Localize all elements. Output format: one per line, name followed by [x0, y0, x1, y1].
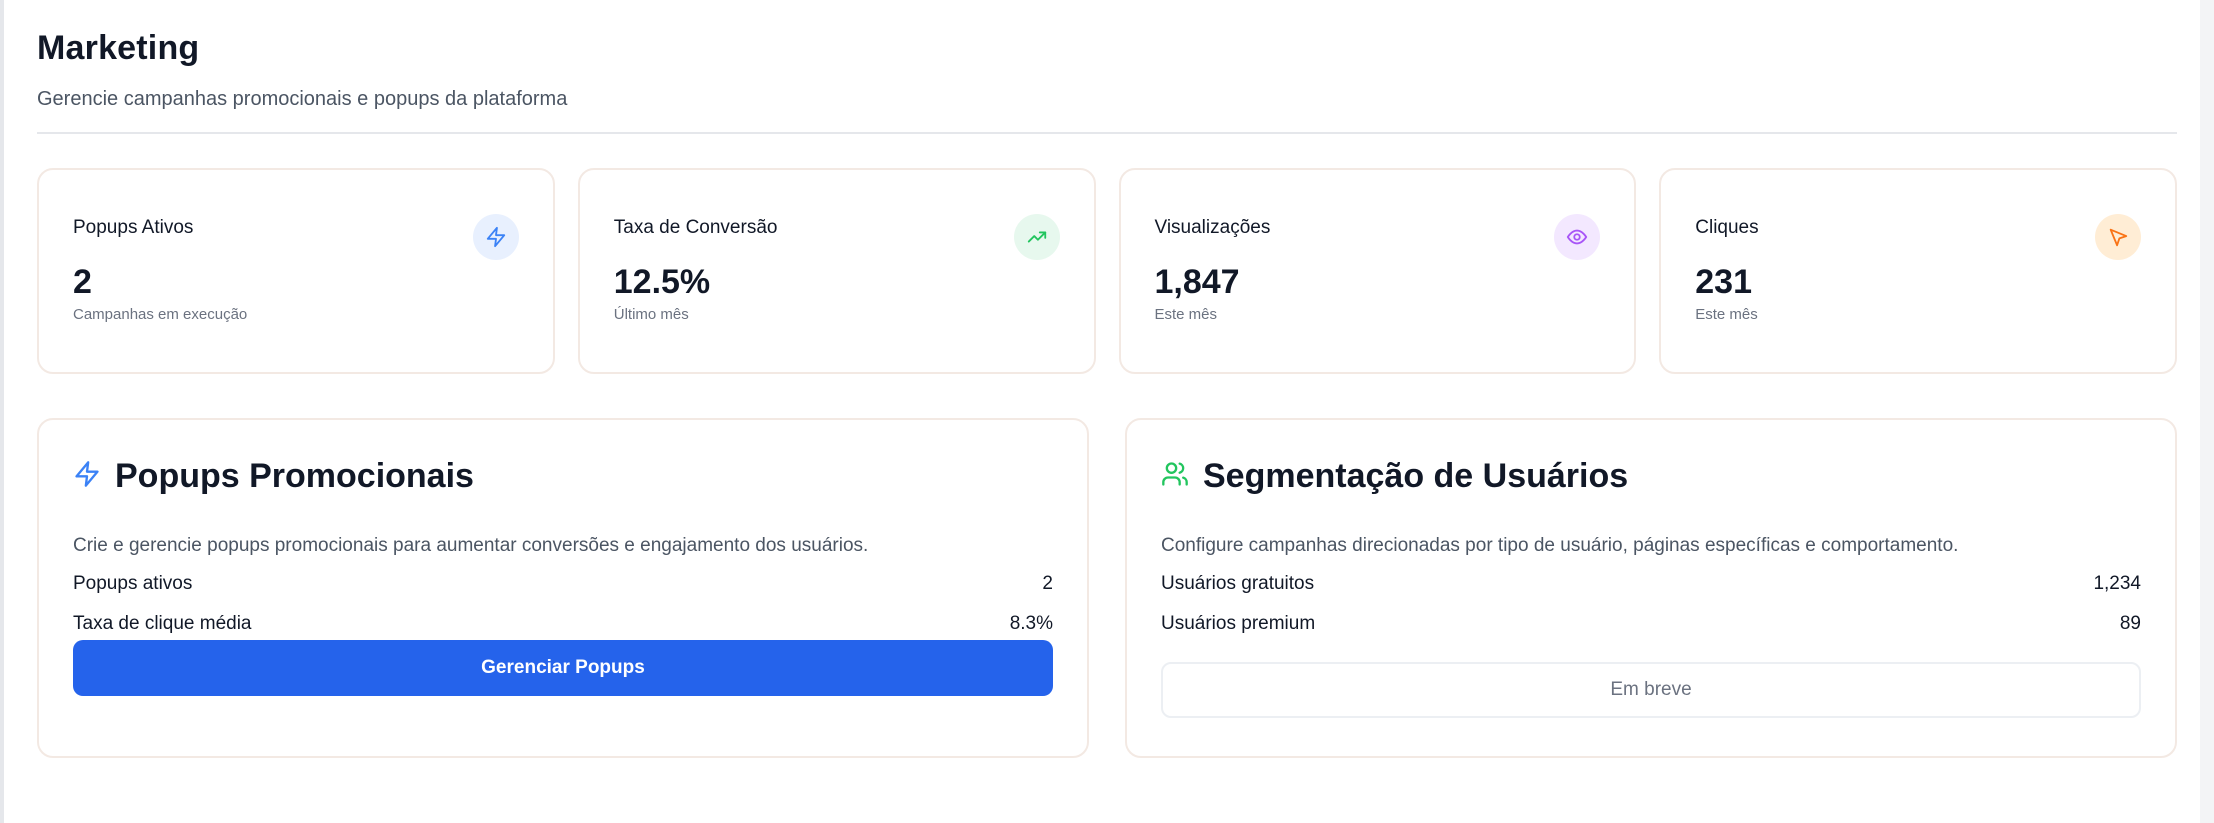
panels-row: Popups Promocionais Crie e gerencie popu… — [37, 418, 2177, 758]
stats-row: Popups Ativos 2 Campanhas em execução Ta… — [37, 168, 2177, 374]
stat-row-popups-ativos: Popups ativos 2 — [73, 572, 1053, 596]
cursor-icon — [2095, 214, 2141, 260]
stat-value: 12.5% — [613, 263, 711, 301]
header-divider — [37, 132, 2177, 134]
page-title: Marketing — [37, 29, 200, 67]
panel-title: Segmentação de Usuários — [1203, 457, 1629, 495]
row-value: 1,234 — [2093, 573, 2141, 594]
row-value: 89 — [2119, 613, 2141, 634]
stat-note: Último mês — [613, 306, 689, 323]
page-subtitle: Gerencie campanhas promocionais e popups… — [37, 88, 568, 110]
zap-icon — [73, 460, 101, 493]
row-label: Popups ativos — [73, 573, 193, 594]
users-icon — [1161, 460, 1189, 493]
trending-up-icon — [1013, 214, 1060, 260]
stat-note: Este mês — [1695, 306, 1758, 323]
stat-label: Taxa de Conversão — [613, 217, 778, 238]
row-label: Usuários gratuitos — [1161, 573, 1315, 594]
stat-row-usuarios-premium: Usuários premium 89 — [1161, 612, 2141, 636]
stat-note: Campanhas em execução — [73, 306, 248, 323]
manage-popups-button[interactable]: Gerenciar Popups — [73, 640, 1053, 696]
panel-description: Crie e gerencie popups promocionais para… — [73, 535, 869, 556]
stat-value: 2 — [73, 263, 92, 301]
stat-card-visualizacoes: Visualizações 1,847 Este mês — [1118, 168, 1637, 374]
stat-row-taxa-clique: Taxa de clique média 8.3% — [73, 612, 1053, 636]
row-label: Usuários premium — [1161, 613, 1316, 634]
stat-card-popups-ativos: Popups Ativos 2 Campanhas em execução — [37, 168, 555, 374]
stat-value: 231 — [1695, 263, 1752, 301]
row-label: Taxa de clique média — [73, 613, 252, 634]
stat-label: Popups Ativos — [73, 217, 194, 238]
segmentation-panel: Segmentação de Usuários Configure campan… — [1125, 418, 2177, 758]
marketing-page: Marketing Gerencie campanhas promocionai… — [0, 0, 2214, 823]
scrollbar-track[interactable] — [2200, 0, 2214, 823]
stat-card-cliques: Cliques 231 Este mês — [1659, 168, 2177, 374]
left-border — [0, 0, 4, 823]
zap-icon — [472, 214, 519, 260]
stat-label: Cliques — [1695, 217, 1759, 238]
row-value: 2 — [1042, 573, 1053, 594]
stat-card-taxa-conversao: Taxa de Conversão 12.5% Último mês — [577, 168, 1096, 374]
eye-icon — [1554, 214, 1601, 260]
popups-panel: Popups Promocionais Crie e gerencie popu… — [37, 418, 1089, 758]
row-value: 8.3% — [1009, 613, 1053, 634]
panel-description: Configure campanhas direcionadas por tip… — [1161, 535, 1959, 556]
stat-label: Visualizações — [1154, 217, 1271, 238]
stat-value: 1,847 — [1154, 263, 1240, 301]
coming-soon-button[interactable]: Em breve — [1161, 662, 2141, 718]
stat-row-usuarios-gratuitos: Usuários gratuitos 1,234 — [1161, 572, 2141, 596]
stat-note: Este mês — [1154, 306, 1218, 323]
panel-title: Popups Promocionais — [115, 457, 474, 495]
